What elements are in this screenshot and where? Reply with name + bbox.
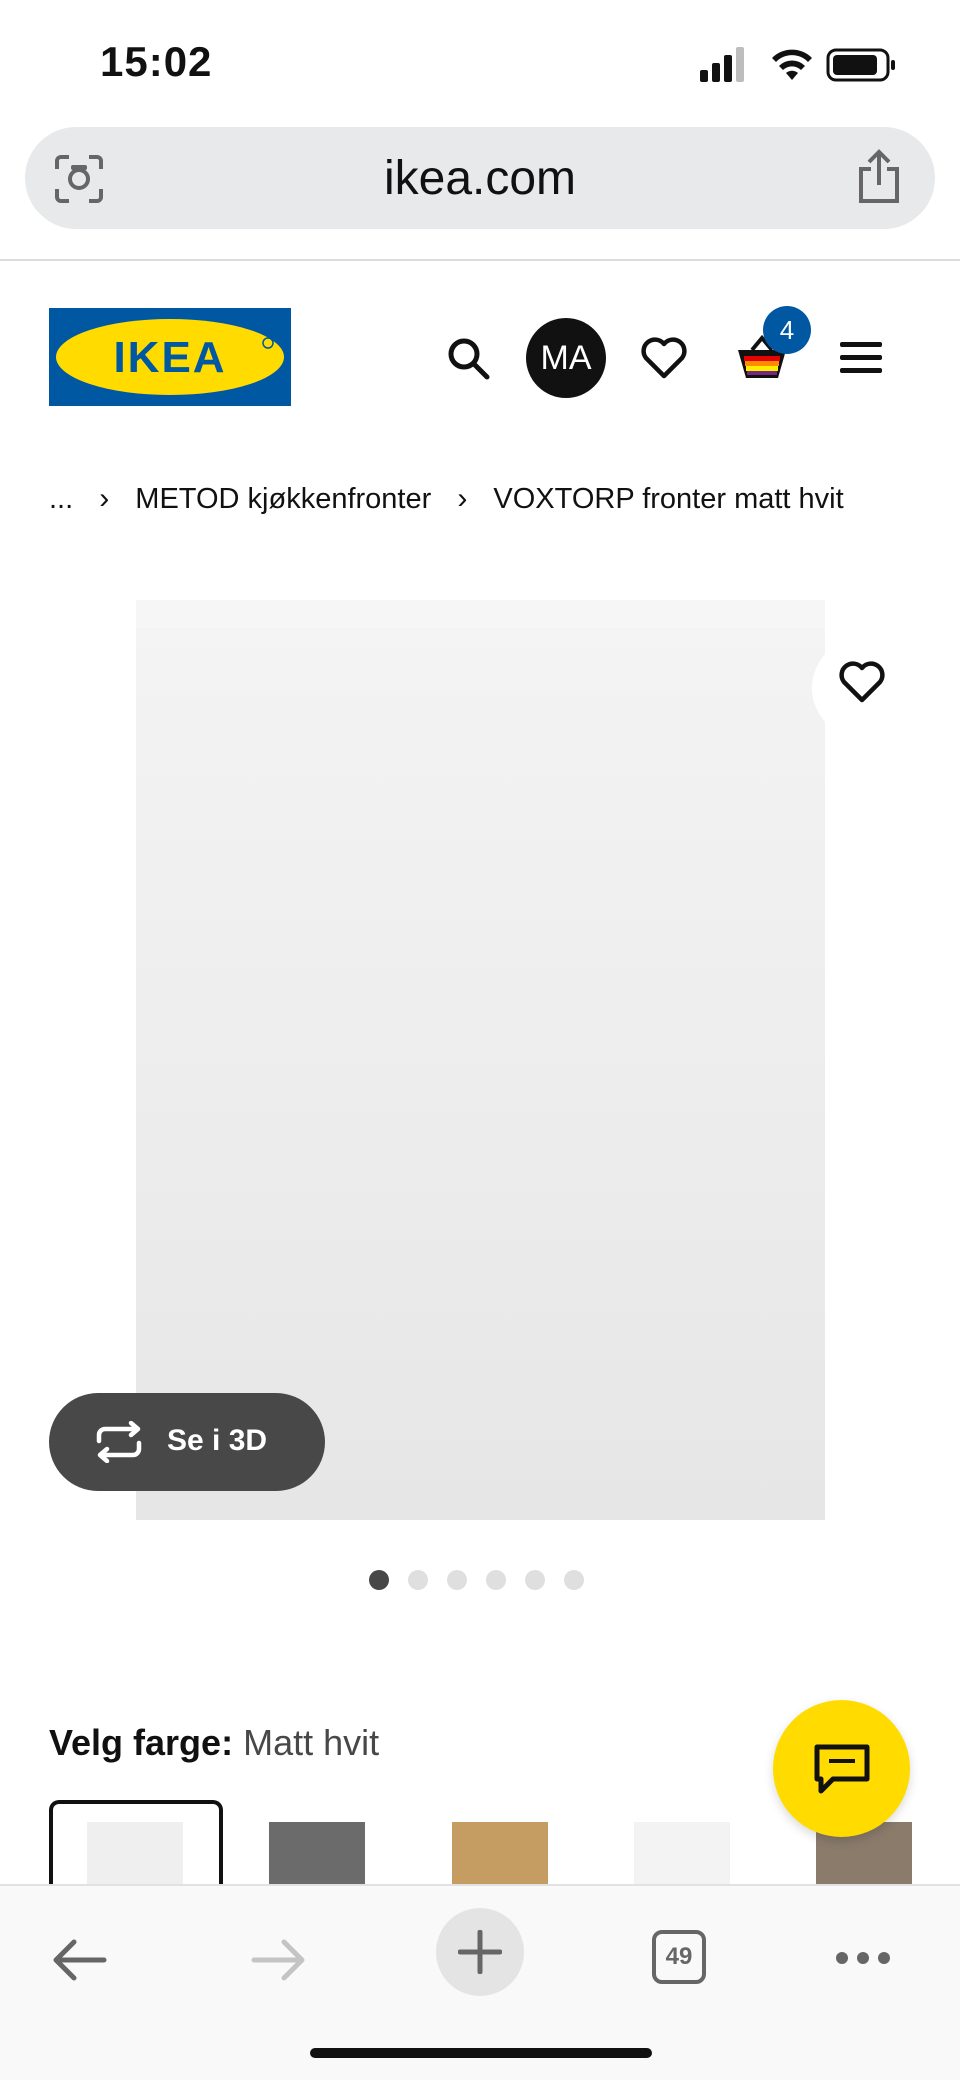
plus-icon xyxy=(458,1930,502,1974)
battery-icon xyxy=(826,48,895,82)
breadcrumb-item-voxtorp[interactable]: VOXTORP fronter matt hvit xyxy=(493,483,843,516)
carousel-dot[interactable] xyxy=(486,1570,506,1590)
status-time: 15:02 xyxy=(100,38,213,85)
rotate-3d-icon xyxy=(96,1421,142,1463)
product-image-top-edge xyxy=(136,600,825,628)
cellular-signal-icon xyxy=(700,47,744,82)
forward-icon[interactable] xyxy=(250,1938,308,1982)
color-picker-label: Velg farge: xyxy=(49,1722,234,1763)
breadcrumb-item-metod[interactable]: METOD kjøkkenfronter xyxy=(135,483,431,516)
divider xyxy=(0,259,960,261)
carousel-dot-active[interactable] xyxy=(369,1570,389,1590)
breadcrumb: ... › METOD kjøkkenfronter › VOXTORP fro… xyxy=(49,482,844,516)
breadcrumb-separator: › xyxy=(99,482,110,516)
carousel-dot[interactable] xyxy=(447,1570,467,1590)
ikea-logo[interactable]: IKEA xyxy=(49,308,291,406)
wifi-icon xyxy=(772,49,812,80)
carousel-dot[interactable] xyxy=(525,1570,545,1590)
svg-text:IKEA: IKEA xyxy=(113,333,226,382)
back-icon[interactable] xyxy=(50,1938,108,1982)
url-text[interactable]: ikea.com xyxy=(25,151,935,206)
url-bar[interactable]: ikea.com xyxy=(25,127,935,229)
heart-icon[interactable] xyxy=(640,336,688,380)
carousel-dot[interactable] xyxy=(408,1570,428,1590)
color-picker-heading: Velg farge: Matt hvit xyxy=(49,1722,379,1764)
chat-button[interactable] xyxy=(773,1700,910,1837)
view-3d-button[interactable]: Se i 3D xyxy=(49,1393,325,1491)
image-carousel-dots[interactable] xyxy=(369,1570,603,1592)
home-indicator xyxy=(310,2048,652,2058)
share-icon[interactable] xyxy=(853,149,905,205)
breadcrumb-separator: › xyxy=(457,482,468,516)
tabs-button[interactable]: 49 xyxy=(652,1930,706,1984)
carousel-dot[interactable] xyxy=(564,1570,584,1590)
menu-icon[interactable] xyxy=(840,340,882,376)
cart-count-badge: 4 xyxy=(763,306,811,354)
product-image[interactable] xyxy=(136,600,825,1520)
breadcrumb-ellipsis[interactable]: ... xyxy=(49,483,73,516)
search-icon[interactable] xyxy=(446,336,490,380)
status-icons xyxy=(700,47,895,82)
avatar[interactable]: MA xyxy=(526,318,606,398)
heart-icon[interactable] xyxy=(838,660,886,704)
selected-color-value: Matt hvit xyxy=(243,1722,380,1763)
new-tab-button[interactable] xyxy=(436,1908,524,1996)
more-icon[interactable] xyxy=(834,1950,892,1966)
view-3d-label: Se i 3D xyxy=(167,1424,268,1457)
chat-icon xyxy=(814,1744,870,1794)
